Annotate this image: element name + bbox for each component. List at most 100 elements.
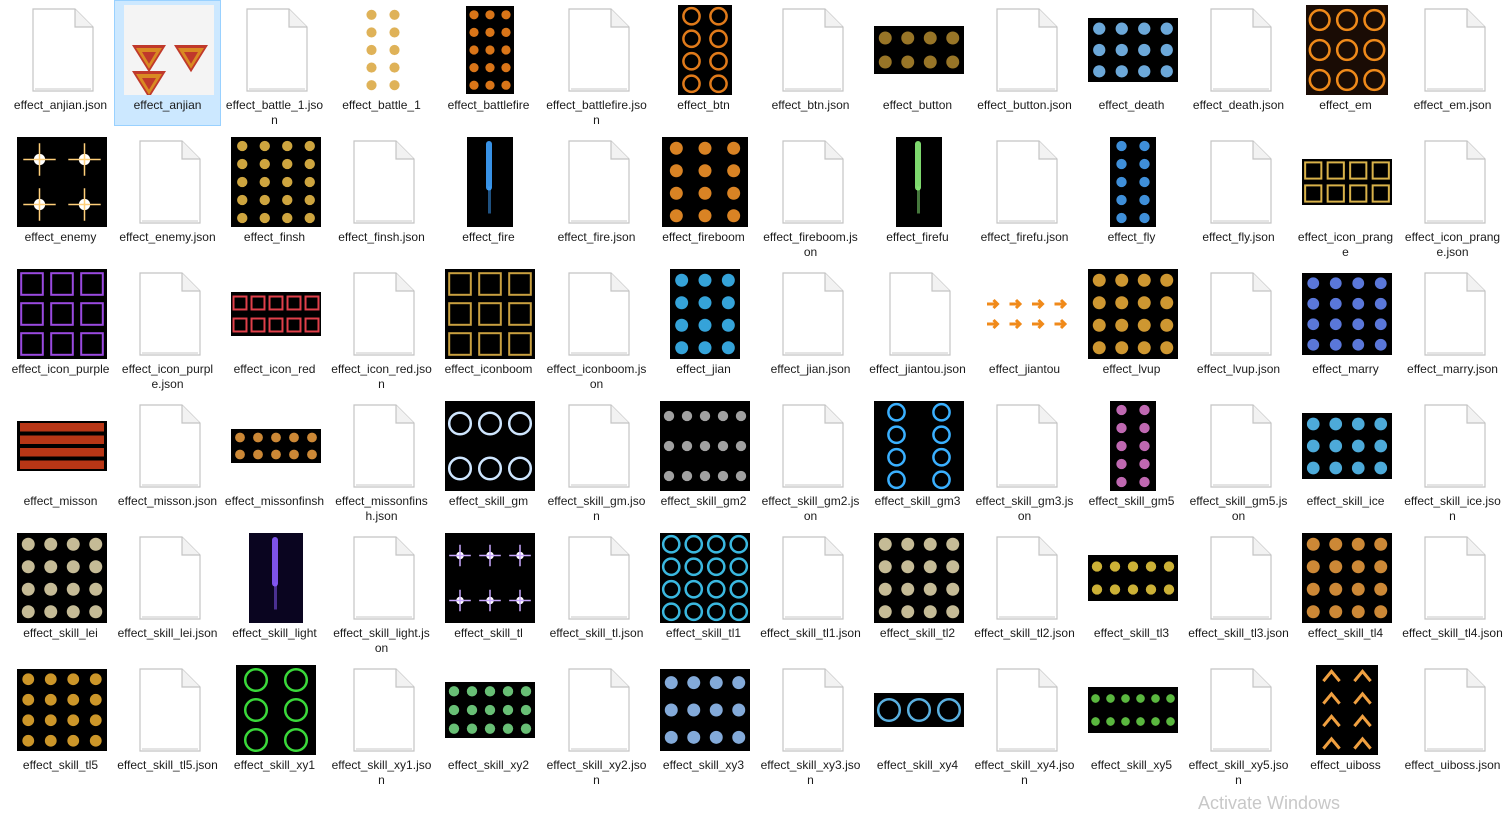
json-file-item[interactable]: effect_skill_tl3.json — [1185, 528, 1292, 654]
image-file-item[interactable]: effect_icon_purple — [7, 264, 114, 390]
json-file-item[interactable]: effect_marry.json — [1399, 264, 1503, 390]
json-file-item[interactable]: effect_skill_xy3.json — [757, 660, 864, 787]
json-file-item[interactable]: effect_enemy.json — [114, 132, 221, 258]
image-file-item[interactable]: effect_skill_xy5 — [1078, 660, 1185, 786]
image-file-item[interactable]: effect_skill_tl4 — [1292, 528, 1399, 654]
image-file-item[interactable]: effect_lvup — [1078, 264, 1185, 390]
json-file-item[interactable]: effect_death.json — [1185, 0, 1292, 126]
image-file-item[interactable]: effect_skill_tl1 — [650, 528, 757, 654]
file-name-label: effect_iconboom — [444, 362, 533, 376]
image-file-item[interactable]: effect_uiboss — [1292, 660, 1399, 786]
json-file-item[interactable]: effect_jiantou.json — [864, 264, 971, 390]
json-file-item[interactable]: effect_icon_red.json — [328, 264, 435, 391]
json-file-item[interactable]: effect_skill_xy4.json — [971, 660, 1078, 787]
image-file-item[interactable]: effect_jiantou — [971, 264, 1078, 390]
image-thumbnail — [230, 429, 321, 463]
json-file-item[interactable]: effect_skill_tl2.json — [971, 528, 1078, 654]
image-file-item[interactable]: effect_skill_xy2 — [435, 660, 542, 786]
thumbnail-area — [329, 665, 436, 755]
json-file-item[interactable]: effect_uiboss.json — [1399, 660, 1503, 786]
json-file-item[interactable]: effect_btn.json — [757, 0, 864, 126]
image-file-item[interactable]: effect_skill_xy1 — [221, 660, 328, 786]
json-file-item[interactable]: effect_skill_ice.json — [1399, 396, 1503, 523]
json-file-item[interactable]: effect_battle_1.json — [221, 0, 329, 127]
json-file-item[interactable]: effect_skill_xy5.json — [1185, 660, 1292, 787]
json-file-item[interactable]: effect_misson.json — [114, 396, 221, 522]
image-file-item[interactable]: effect_skill_xy4 — [864, 660, 971, 786]
json-file-item[interactable]: effect_button.json — [971, 0, 1078, 126]
image-file-item[interactable]: effect_marry — [1292, 264, 1399, 390]
json-file-item[interactable]: effect_skill_tl5.json — [114, 660, 221, 786]
json-file-item[interactable]: effect_lvup.json — [1185, 264, 1292, 390]
image-file-item[interactable]: effect_skill_tl3 — [1078, 528, 1185, 654]
image-file-item[interactable]: effect_icon_red — [221, 264, 328, 390]
image-file-item[interactable]: effect_finsh — [221, 132, 328, 258]
json-file-item[interactable]: effect_fly.json — [1185, 132, 1292, 258]
json-file-item[interactable]: effect_skill_tl4.json — [1399, 528, 1503, 654]
json-file-item[interactable]: effect_skill_gm5.json — [1185, 396, 1292, 523]
json-file-item[interactable]: effect_missonfinsh.json — [328, 396, 435, 523]
file-name-label: effect_battlefire.json — [546, 98, 647, 127]
image-file-item[interactable]: effect_fire — [435, 132, 542, 258]
json-file-item[interactable]: effect_skill_xy1.json — [328, 660, 436, 787]
image-file-item[interactable]: effect_skill_xy3 — [650, 660, 757, 786]
image-file-item[interactable]: effect_em — [1292, 0, 1399, 126]
json-file-item[interactable]: effect_firefu.json — [971, 132, 1078, 258]
thumbnail-area — [972, 5, 1079, 95]
json-file-item[interactable]: effect_anjian.json — [7, 0, 114, 126]
image-file-item[interactable]: effect_skill_light — [221, 528, 328, 654]
file-icon — [565, 139, 631, 225]
image-file-item[interactable]: effect_icon_prange — [1292, 132, 1399, 259]
json-file-item[interactable]: effect_skill_gm2.json — [757, 396, 864, 523]
image-file-item[interactable]: effect_enemy — [7, 132, 114, 258]
file-name-label: effect_skill_tl3 — [1093, 626, 1170, 640]
image-file-item[interactable]: effect_skill_ice — [1292, 396, 1399, 522]
json-file-item[interactable]: effect_skill_tl.json — [543, 528, 650, 654]
json-file-item[interactable]: effect_skill_lei.json — [114, 528, 221, 654]
json-file-item[interactable]: effect_skill_tl1.json — [757, 528, 864, 654]
image-file-item[interactable]: effect_battlefire — [435, 0, 542, 126]
file-name-label: effect_firefu.json — [980, 230, 1069, 244]
image-file-item[interactable]: effect_jian — [650, 264, 757, 390]
image-file-item[interactable]: effect_skill_gm2 — [650, 396, 757, 522]
image-file-item[interactable]: effect_skill_lei — [7, 528, 114, 654]
image-file-item[interactable]: effect_skill_tl2 — [864, 528, 971, 654]
json-file-item[interactable]: effect_skill_xy2.json — [543, 660, 650, 787]
image-file-item[interactable]: effect_skill_tl — [435, 528, 542, 654]
image-file-item[interactable]: effect_skill_gm3 — [864, 396, 971, 522]
json-file-item[interactable]: effect_skill_gm.json — [543, 396, 650, 523]
json-file-item[interactable]: effect_iconboom.json — [543, 264, 650, 391]
json-file-item[interactable]: effect_fireboom.json — [757, 132, 864, 259]
image-file-item[interactable]: effect_skill_gm5 — [1078, 396, 1185, 522]
thumbnail-area — [436, 665, 543, 755]
image-file-item[interactable]: effect_missonfinsh — [221, 396, 328, 522]
thumbnail-area — [222, 5, 329, 95]
thumbnail-area — [544, 533, 651, 623]
file-icon — [1207, 403, 1273, 489]
image-file-item[interactable]: effect_fireboom — [650, 132, 757, 258]
file-icon — [1421, 271, 1487, 357]
image-file-item[interactable]: effect_iconboom — [435, 264, 542, 390]
image-file-item[interactable]: effect_skill_tl5 — [7, 660, 114, 786]
image-file-item[interactable]: effect_firefu — [864, 132, 971, 258]
json-file-item[interactable]: effect_icon_prange.json — [1399, 132, 1503, 259]
file-name-label: effect_fire.json — [557, 230, 636, 244]
file-icon — [350, 403, 416, 489]
json-file-item[interactable]: effect_skill_gm3.json — [971, 396, 1078, 523]
image-file-item[interactable]: effect_anjian — [114, 0, 221, 126]
json-file-item[interactable]: effect_battlefire.json — [543, 0, 650, 127]
image-file-item[interactable]: effect_btn — [650, 0, 757, 126]
image-file-item[interactable]: effect_skill_gm — [435, 396, 542, 522]
image-file-item[interactable]: effect_battle_1 — [328, 0, 435, 126]
json-file-item[interactable]: effect_em.json — [1399, 0, 1503, 126]
json-file-item[interactable]: effect_icon_purple.json — [114, 264, 221, 391]
image-file-item[interactable]: effect_fly — [1078, 132, 1185, 258]
json-file-item[interactable]: effect_skill_light.json — [328, 528, 435, 655]
image-file-item[interactable]: effect_misson — [7, 396, 114, 522]
json-file-item[interactable]: effect_finsh.json — [328, 132, 435, 258]
image-file-item[interactable]: effect_death — [1078, 0, 1185, 126]
file-icon — [1207, 535, 1273, 621]
json-file-item[interactable]: effect_jian.json — [757, 264, 864, 390]
image-file-item[interactable]: effect_button — [864, 0, 971, 126]
json-file-item[interactable]: effect_fire.json — [543, 132, 650, 258]
